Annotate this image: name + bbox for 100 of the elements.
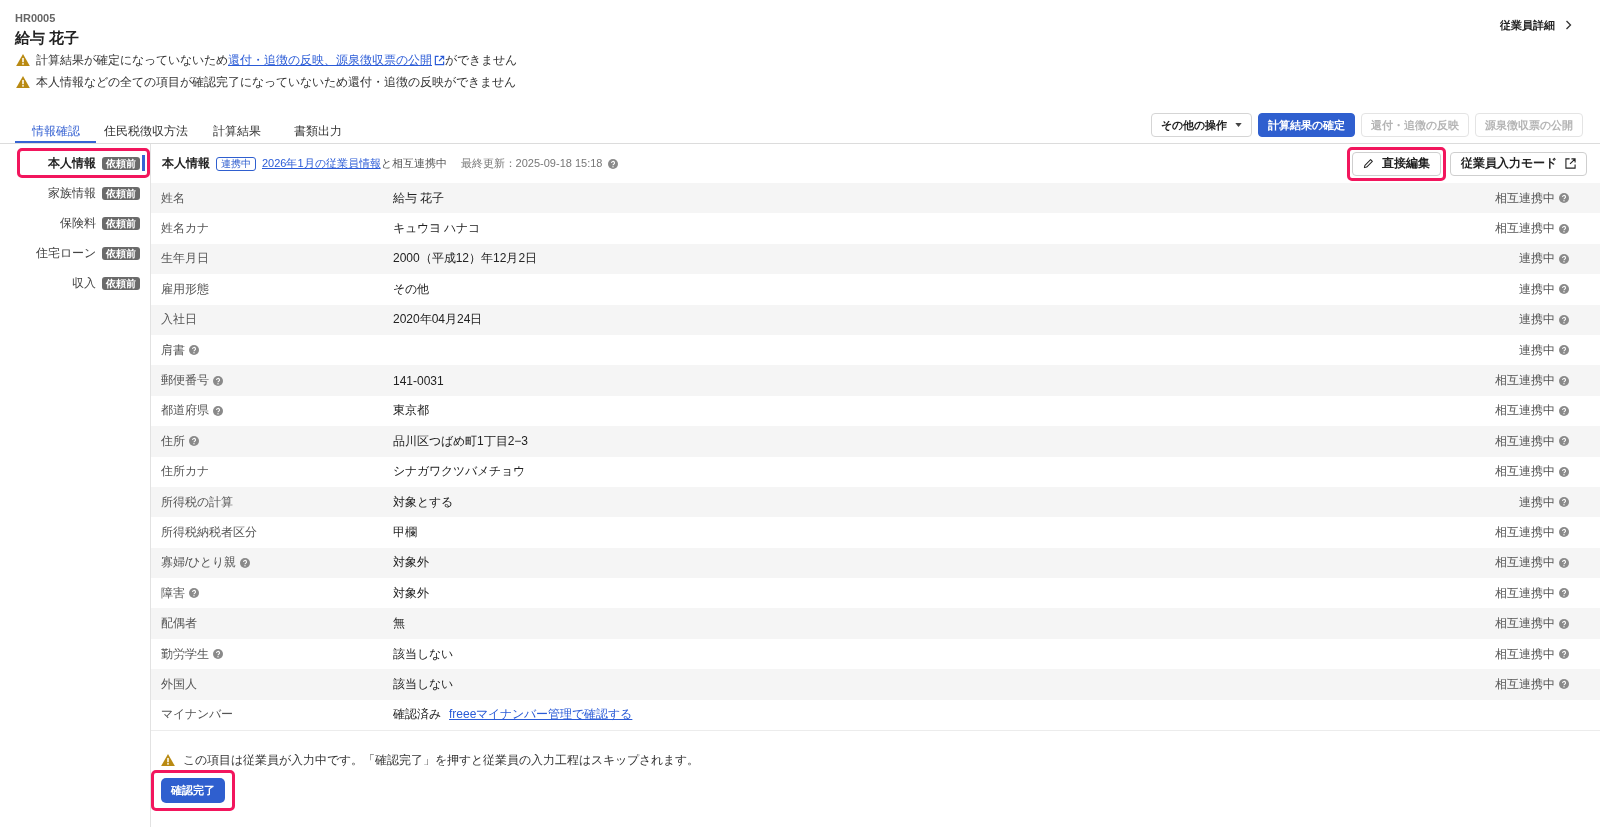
field-label: 姓名 xyxy=(161,189,185,207)
employee-detail-link[interactable]: 従業員詳細 xyxy=(1500,18,1572,32)
field-label: 障害 xyxy=(161,584,185,602)
help-icon[interactable] xyxy=(608,158,619,169)
status-badge: 依頼前 xyxy=(102,216,140,230)
employee-name: 給与 花子 xyxy=(15,28,81,48)
sidebar-item[interactable]: 収入 依頼前 xyxy=(68,273,145,293)
help-icon[interactable] xyxy=(1559,345,1569,356)
help-icon[interactable] xyxy=(1559,527,1569,538)
sync-status-badge: 連携中 xyxy=(216,156,256,171)
help-icon[interactable] xyxy=(1559,436,1569,447)
field-label: 郵便番号 xyxy=(161,372,209,390)
sync-status: 相互連携中 xyxy=(1495,554,1555,572)
field-value: 該当しない xyxy=(393,675,453,693)
field-value: 給与 花子 xyxy=(393,189,445,207)
primary-button[interactable]: 計算結果の確定 xyxy=(1258,113,1355,137)
tab[interactable]: 計算結果 xyxy=(196,113,277,143)
sync-status: 相互連携中 xyxy=(1495,584,1555,602)
section-title: 本人情報 xyxy=(162,155,210,172)
sync-status: 相互連携中 xyxy=(1495,463,1555,481)
field-label: 所得税納税者区分 xyxy=(161,524,257,541)
field-label: 住所カナ xyxy=(161,463,209,481)
sidebar-item[interactable]: 本人情報 依頼前 xyxy=(44,153,145,173)
help-icon[interactable] xyxy=(1559,375,1569,386)
sync-status: 連携中 xyxy=(1519,311,1555,329)
field-label: 勤労学生 xyxy=(161,645,209,663)
field-label: 生年月日 xyxy=(161,250,209,268)
field-label: 所得税の計算 xyxy=(161,493,233,511)
status-badge: 依頼前 xyxy=(102,276,140,290)
field-value: 該当しない xyxy=(393,645,453,663)
sync-status: 相互連携中 xyxy=(1495,524,1555,541)
sidebar-item[interactable]: 家族情報 依頼前 xyxy=(44,183,145,203)
employee-info-link[interactable]: 2026年1月の従業員情報 xyxy=(262,157,381,169)
tab[interactable]: 情報確認 xyxy=(15,113,96,143)
warning-icon xyxy=(161,754,175,767)
external-link-icon xyxy=(1565,158,1576,169)
help-icon[interactable] xyxy=(1559,223,1569,234)
field-label: 外国人 xyxy=(161,675,197,693)
sync-status: 相互連携中 xyxy=(1495,189,1555,207)
help-icon[interactable] xyxy=(213,375,223,386)
employee-code: HR0005 xyxy=(15,11,57,26)
field-value: その他 xyxy=(393,280,429,298)
chevron-right-icon xyxy=(1565,20,1572,30)
external-link-icon xyxy=(434,55,445,66)
field-value: 対象外 xyxy=(393,554,429,572)
field-value: 対象とする xyxy=(393,493,453,511)
warning-link[interactable]: 還付・追徴の反映、源泉徴収票の公開 xyxy=(228,53,445,67)
sync-status: 連携中 xyxy=(1519,250,1555,268)
sync-status: 相互連携中 xyxy=(1495,675,1555,693)
help-icon[interactable] xyxy=(213,405,223,416)
field-value: 2000（平成12）年12月2日 xyxy=(393,250,538,268)
caret-down-icon xyxy=(1235,123,1242,127)
field-label: 入社日 xyxy=(161,311,197,329)
mynumber-link[interactable]: freeeマイナンバー管理で確認する xyxy=(449,706,633,724)
help-icon[interactable] xyxy=(1559,649,1569,660)
sync-status: 連携中 xyxy=(1519,280,1555,298)
help-icon[interactable] xyxy=(1559,466,1569,477)
field-label: 姓名カナ xyxy=(161,220,209,238)
field-value: 141-0031 xyxy=(393,373,444,388)
help-icon[interactable] xyxy=(1559,588,1569,599)
last-updated-text: 最終更新：2025-09-18 15:18 xyxy=(460,156,603,171)
sync-status: 相互連携中 xyxy=(1495,402,1555,420)
notice-message: この項目は従業員が入力中です。「確認完了」を押すと従業員の入力工程はスキップされます。 xyxy=(183,751,699,769)
help-icon[interactable] xyxy=(189,345,199,356)
edit-button[interactable]: 直接編集 xyxy=(1352,151,1441,176)
sidebar-item[interactable]: 保険料 依頼前 xyxy=(56,213,145,233)
sync-status: 相互連携中 xyxy=(1495,220,1555,238)
warning-icon xyxy=(16,54,30,66)
status-badge: 依頼前 xyxy=(102,246,140,260)
help-icon[interactable] xyxy=(1559,497,1569,508)
field-label: マイナンバー xyxy=(161,706,233,724)
sync-status: 相互連携中 xyxy=(1495,372,1555,390)
sync-status: 連携中 xyxy=(1519,341,1555,359)
help-icon[interactable] xyxy=(1559,284,1569,295)
field-label: 住所 xyxy=(161,432,185,450)
help-icon[interactable] xyxy=(189,588,199,599)
warning-message: 本人情報などの全ての項目が確認完了になっていないため還付・追徴の反映ができません xyxy=(36,74,516,90)
help-icon[interactable] xyxy=(1559,679,1569,690)
help-icon[interactable] xyxy=(240,557,251,568)
help-icon[interactable] xyxy=(213,649,223,660)
help-icon[interactable] xyxy=(1559,557,1569,568)
field-value: シナガワクツバメチョウ xyxy=(393,463,525,481)
sidebar-item[interactable]: 住宅ローン 依頼前 xyxy=(32,243,145,263)
confirm-complete-button[interactable]: 確認完了 xyxy=(161,778,225,804)
input-mode-button[interactable]: 従業員入力モード xyxy=(1450,151,1587,176)
field-value: 品川区つばめ町1丁目2−3 xyxy=(393,432,529,450)
help-icon[interactable] xyxy=(1559,193,1569,204)
field-label: 配偶者 xyxy=(161,615,197,633)
tab[interactable]: 書類出力 xyxy=(277,113,358,143)
help-icon[interactable] xyxy=(1559,253,1569,264)
field-value: キュウヨ ハナコ xyxy=(393,220,481,238)
help-icon[interactable] xyxy=(189,436,199,447)
field-value: 無 xyxy=(393,615,405,633)
status-badge: 依頼前 xyxy=(102,186,140,200)
dropdown-button[interactable]: その他の操作 xyxy=(1151,113,1252,137)
sync-description: 2026年1月の従業員情報と相互連携中 xyxy=(262,156,447,171)
help-icon[interactable] xyxy=(1559,314,1569,325)
help-icon[interactable] xyxy=(1559,618,1569,629)
tab[interactable]: 住民税徴収方法 xyxy=(96,113,196,143)
help-icon[interactable] xyxy=(1559,405,1569,416)
